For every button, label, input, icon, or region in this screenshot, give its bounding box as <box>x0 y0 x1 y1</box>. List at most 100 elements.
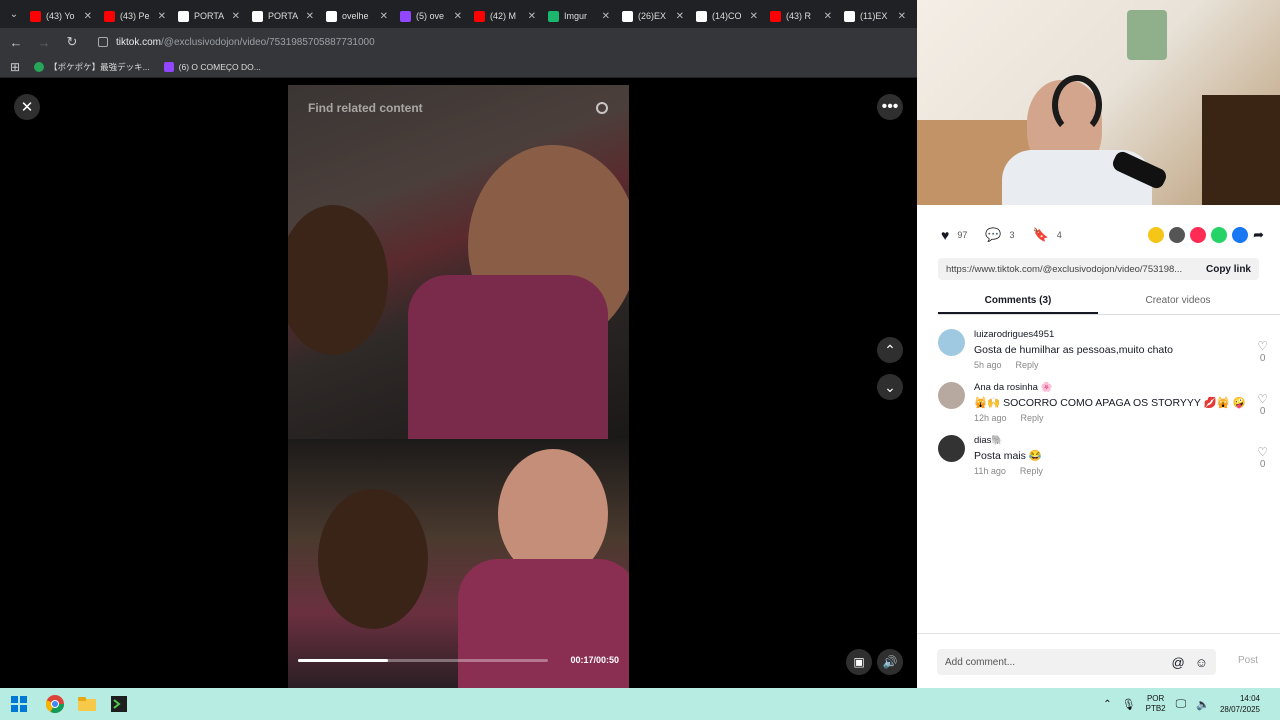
terminal-app-icon[interactable] <box>108 693 130 715</box>
browser-tab[interactable]: (26)EX ✕ <box>616 4 690 28</box>
next-video-button[interactable]: ⌄ <box>877 374 903 400</box>
avatar[interactable] <box>938 329 965 356</box>
person-left-bottom <box>318 489 428 629</box>
comment-author[interactable]: Ana da rosinha 🌸 <box>974 382 1268 393</box>
tab-label: PORTA <box>268 11 299 21</box>
video-player[interactable]: Find related content 00:17/00:50 <box>288 85 629 688</box>
bookmark-0[interactable]: 【ポケポケ】最強デッキ... <box>34 61 150 73</box>
heart-outline-icon[interactable]: ♡ <box>1257 445 1268 459</box>
heart-outline-icon[interactable]: ♡ <box>1257 392 1268 406</box>
tab-close-icon[interactable]: ✕ <box>602 11 610 22</box>
reload-icon[interactable]: ↻ <box>64 34 80 50</box>
imgur-icon <box>548 10 559 22</box>
forward-arrow-icon[interactable]: → <box>36 35 52 50</box>
heart-outline-icon[interactable]: ♡ <box>1257 339 1268 353</box>
tab-close-icon[interactable]: ✕ <box>676 11 684 22</box>
clock[interactable]: 14:04 28/07/2025 <box>1220 693 1260 715</box>
comment-like[interactable]: ♡ 0 <box>1257 445 1268 470</box>
site-info-icon[interactable] <box>98 37 108 47</box>
browser-tab[interactable]: (43) R ✕ <box>764 4 838 28</box>
tab-close-icon[interactable]: ✕ <box>232 11 240 22</box>
emoji-icon[interactable]: ☺ <box>1195 655 1208 670</box>
reply-button[interactable]: Reply <box>1016 360 1039 370</box>
share-icons: ➦ <box>1148 227 1264 243</box>
tab-close-icon[interactable]: ✕ <box>898 11 906 22</box>
send-icon[interactable] <box>1190 227 1207 243</box>
post-button[interactable]: Post <box>1238 655 1258 666</box>
search-icon[interactable] <box>596 102 608 114</box>
facebook-share-icon[interactable] <box>1232 227 1249 243</box>
close-button[interactable]: ✕ <box>14 94 40 120</box>
display-icon[interactable]: 🖵 <box>1176 698 1187 711</box>
tab-comments[interactable]: Comments (3) <box>938 291 1098 314</box>
avatar[interactable] <box>938 382 965 409</box>
back-arrow-icon[interactable]: ← <box>8 35 24 50</box>
browser-tab[interactable]: (5) ove ✕ <box>394 4 468 28</box>
mention-icon[interactable]: @ <box>1172 655 1185 670</box>
comment-text: 🙀🙌 SOCORRO COMO APAGA OS STORYYY 💋🙀 🤪 <box>974 397 1246 409</box>
comment-item: Ana da rosinha 🌸 🙀🙌 SOCORRO COMO APAGA OS… <box>938 382 1268 423</box>
heart-icon[interactable]: ♥ <box>941 227 949 243</box>
apps-grid-icon[interactable]: ⊞ <box>10 60 20 74</box>
microphone-icon[interactable]: 🎙 <box>1122 698 1136 711</box>
repost-icon[interactable] <box>1148 227 1165 243</box>
tab-close-icon[interactable]: ✕ <box>158 11 166 22</box>
more-options-button[interactable]: ••• <box>877 94 903 120</box>
browser-tab[interactable]: ovelhe ✕ <box>320 4 394 28</box>
volume-button[interactable]: 🔊 <box>877 649 903 675</box>
tab-close-icon[interactable]: ✕ <box>84 11 92 22</box>
bookmark-icon[interactable]: 🔖 <box>1033 227 1049 243</box>
comment-like[interactable]: ♡ 0 <box>1257 339 1268 364</box>
save-stat[interactable]: 🔖 4 <box>1033 227 1062 243</box>
clock-time: 14:04 <box>1239 694 1260 703</box>
panel-tabs: Comments (3) Creator videos <box>938 291 1280 315</box>
previous-video-button[interactable]: ⌃ <box>877 337 903 363</box>
windows-taskbar: ⌃ 🎙 POR PTB2 🖵 🔈 14:04 28/07/2025 <box>0 688 1280 720</box>
browser-tab[interactable]: (43) Yo ✕ <box>24 4 98 28</box>
tab-search-chevron-icon[interactable]: ⌄ <box>4 9 24 20</box>
tab-label: (43) R <box>786 11 812 21</box>
tab-close-icon[interactable]: ✕ <box>750 11 758 22</box>
windows-start-icon[interactable] <box>8 693 30 715</box>
comment-stat[interactable]: 💬 3 <box>985 227 1014 243</box>
speaker-icon[interactable]: 🔈 <box>1196 698 1210 711</box>
reply-button[interactable]: Reply <box>1021 413 1044 423</box>
comment-like[interactable]: ♡ 0 <box>1257 392 1268 417</box>
add-comment-bar: Add comment... @ ☺ Post <box>917 633 1280 688</box>
floating-player-button[interactable]: ▣ <box>846 649 872 675</box>
video-progress-bar[interactable] <box>298 659 548 662</box>
bookmark-1[interactable]: (6) O COMEÇO DO... <box>163 61 261 72</box>
copy-link-button[interactable]: Copy link <box>1206 264 1251 275</box>
avatar[interactable] <box>938 435 965 462</box>
whatsapp-share-icon[interactable] <box>1211 227 1228 243</box>
tab-close-icon[interactable]: ✕ <box>380 11 388 22</box>
add-comment-input[interactable]: Add comment... @ ☺ <box>937 649 1216 675</box>
comment-author[interactable]: dias🐘 <box>974 435 1268 446</box>
browser-tab[interactable]: PORTA ✕ <box>246 4 320 28</box>
comment-bubble-icon[interactable]: 💬 <box>985 227 1001 243</box>
share-arrow-icon[interactable]: ➦ <box>1253 227 1264 243</box>
language-indicator[interactable]: POR PTB2 <box>1146 694 1166 714</box>
browser-tab[interactable]: Imgur ✕ <box>542 4 616 28</box>
tab-close-icon[interactable]: ✕ <box>824 11 832 22</box>
comment-meta: 12h ago Reply <box>974 413 1268 423</box>
comment-author[interactable]: luizarodrigues4951 <box>974 329 1268 340</box>
browser-tab[interactable]: (14)CO ✕ <box>690 4 764 28</box>
chrome-icon[interactable] <box>44 693 66 715</box>
url-field[interactable]: tiktok.com/@exclusivodojon/video/7531985… <box>92 31 917 53</box>
tab-close-icon[interactable]: ✕ <box>306 11 314 22</box>
related-search-bar[interactable]: Find related content <box>298 95 618 121</box>
video-progress-fill <box>298 659 388 662</box>
chevron-up-icon[interactable]: ⌃ <box>1103 699 1111 710</box>
browser-tab[interactable]: (43) Pe ✕ <box>98 4 172 28</box>
tab-creator-videos[interactable]: Creator videos <box>1098 291 1258 314</box>
tab-close-icon[interactable]: ✕ <box>454 11 462 22</box>
reply-button[interactable]: Reply <box>1020 466 1043 476</box>
file-explorer-icon[interactable] <box>76 693 98 715</box>
like-stat[interactable]: ♥ 97 <box>941 227 967 243</box>
browser-tab[interactable]: (11)EX ✕ <box>838 4 912 28</box>
embed-icon[interactable] <box>1169 227 1186 243</box>
browser-tab[interactable]: PORTA ✕ <box>172 4 246 28</box>
tab-close-icon[interactable]: ✕ <box>528 11 536 22</box>
browser-tab[interactable]: (42) M ✕ <box>468 4 542 28</box>
